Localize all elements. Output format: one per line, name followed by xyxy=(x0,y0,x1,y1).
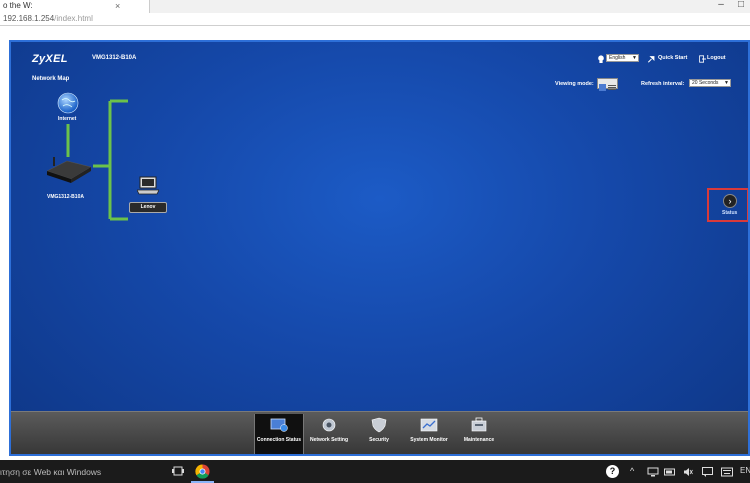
task-view-icon[interactable] xyxy=(172,465,184,477)
taskbar-search-box[interactable]: ιτηση σε Web και Windows xyxy=(0,467,101,477)
keyboard-icon[interactable] xyxy=(721,467,733,477)
window-minimize-button[interactable]: – xyxy=(714,0,728,12)
internet-globe-icon[interactable] xyxy=(57,92,79,114)
url-path: /index.html xyxy=(54,14,93,23)
action-center-icon[interactable] xyxy=(702,467,713,477)
status-arrow-button[interactable]: › xyxy=(723,194,737,208)
chart-icon xyxy=(420,418,438,432)
address-bar[interactable]: 192.168.1.254/index.html xyxy=(0,13,750,25)
status-label[interactable]: Status xyxy=(722,210,737,216)
nav-label: System Monitor xyxy=(410,437,448,443)
chrome-icon[interactable] xyxy=(195,464,210,479)
laptop-icon[interactable] xyxy=(137,176,159,196)
input-language-indicator[interactable]: ENG xyxy=(740,466,750,475)
tray-chevron-icon[interactable]: ^ xyxy=(630,465,634,477)
battery-icon[interactable] xyxy=(664,467,676,477)
nav-system-monitor[interactable]: System Monitor xyxy=(404,414,454,454)
gear-icon xyxy=(322,418,336,432)
browser-tab[interactable]: o the W: × xyxy=(0,0,150,13)
router-label: VMG1312-B10A xyxy=(47,194,84,200)
toolbox-icon xyxy=(471,417,487,432)
nav-label: Network Setting xyxy=(309,437,349,443)
nav-label: Security xyxy=(369,437,389,443)
nav-network-setting[interactable]: Network Setting xyxy=(304,414,354,454)
url-host: 192.168.1.254 xyxy=(3,14,55,23)
nav-label: Connection Status xyxy=(256,437,302,443)
nav-security[interactable]: Security xyxy=(354,414,404,454)
network-icon[interactable] xyxy=(647,467,659,477)
router-web-ui: ZyXEL VMG1312-B10A English ▼ Quick Start… xyxy=(9,40,750,456)
shield-icon xyxy=(371,417,387,433)
nav-maintenance[interactable]: Maintenance xyxy=(454,414,504,454)
nav-connection-status[interactable]: Connection Status xyxy=(254,414,304,454)
internet-label: Internet xyxy=(58,116,77,122)
help-icon[interactable]: ? xyxy=(606,465,619,478)
browser-page: ZyXEL VMG1312-B10A English ▼ Quick Start… xyxy=(0,26,750,460)
monitor-globe-icon xyxy=(270,418,288,432)
network-map-lines xyxy=(66,99,128,221)
window-restore-button[interactable]: □ xyxy=(734,0,748,12)
tab-close-icon[interactable]: × xyxy=(115,0,120,12)
router-device-icon[interactable] xyxy=(45,155,93,185)
windows-taskbar: ιτηση σε Web και Windows ? ^ ENG xyxy=(0,460,750,483)
browser-chrome: o the W: × – □ 192.168.1.254/index.html xyxy=(0,0,750,26)
client-device-label[interactable]: Lenov xyxy=(129,202,167,213)
tab-title: o the W: xyxy=(3,1,33,10)
bottom-nav-bar: Connection Status Network Setting Securi… xyxy=(11,411,748,454)
nav-label: Maintenance xyxy=(463,437,495,443)
volume-mute-icon[interactable] xyxy=(683,467,693,477)
